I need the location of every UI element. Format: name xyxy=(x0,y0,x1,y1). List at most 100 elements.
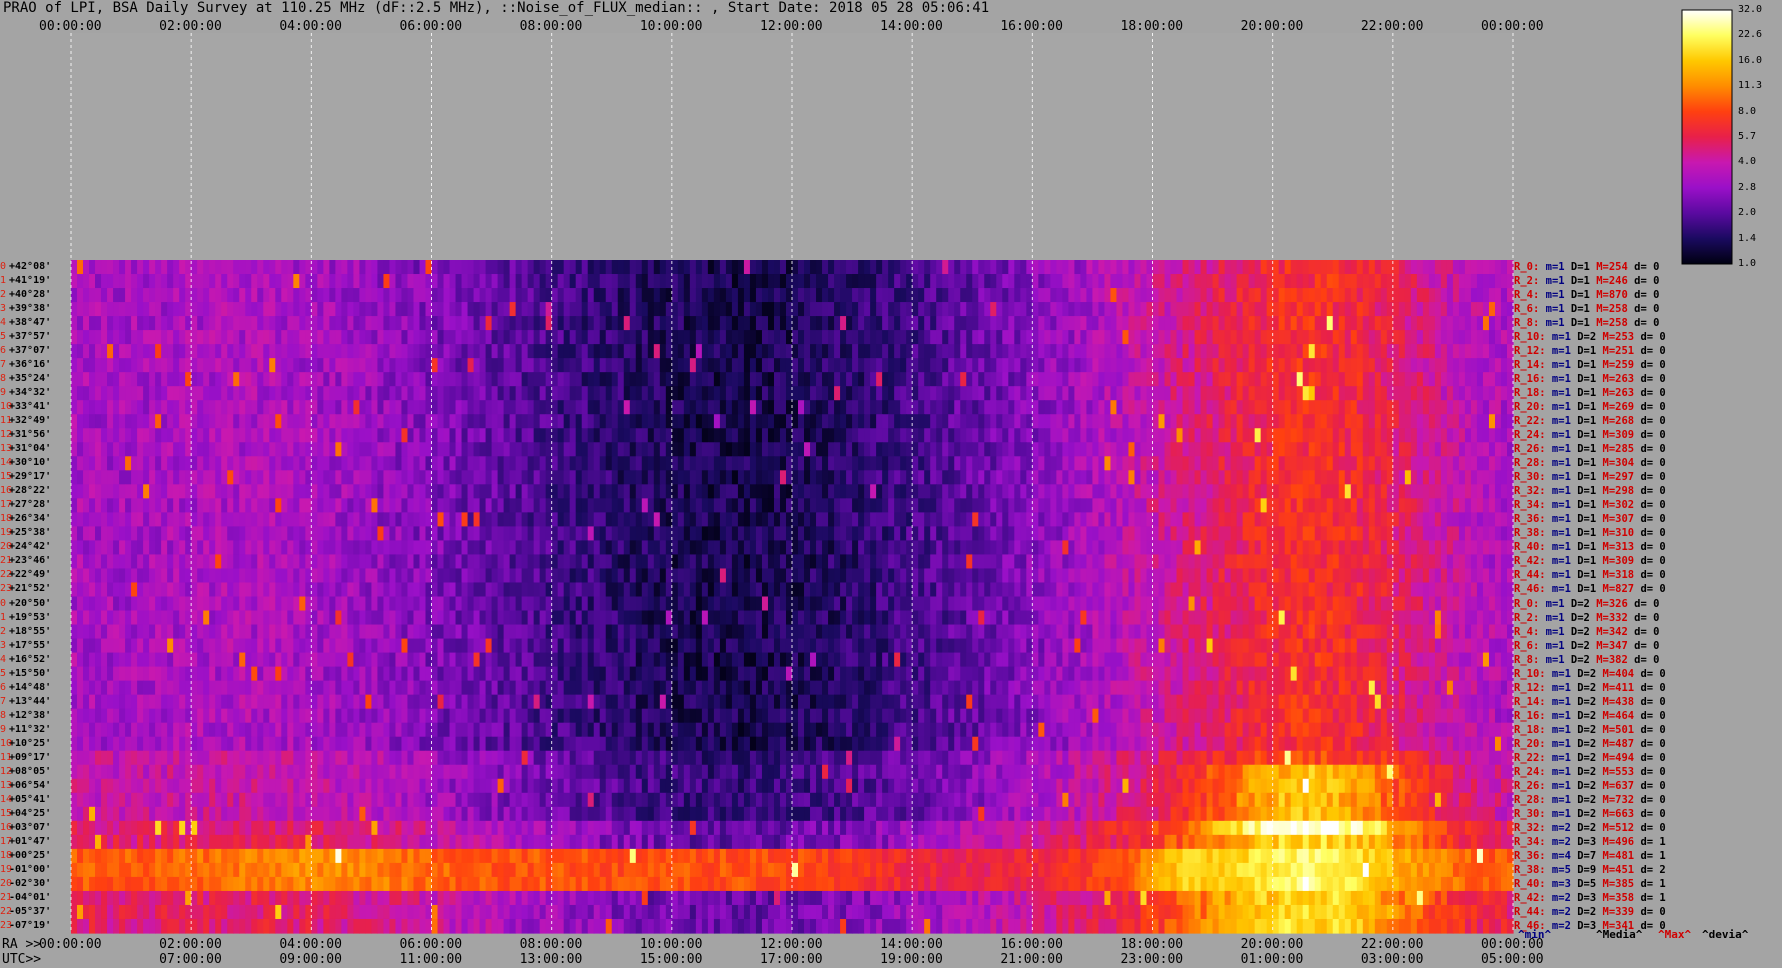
heat-cell xyxy=(1080,456,1088,471)
heat-cell xyxy=(701,428,709,443)
heat-cell xyxy=(707,358,715,373)
heat-cell xyxy=(918,316,925,331)
heat-cell xyxy=(467,260,475,275)
heat-cell xyxy=(948,512,955,527)
heat-cell xyxy=(948,442,955,457)
heat-cell xyxy=(95,274,102,289)
heat-cell xyxy=(365,484,373,499)
heat-cell xyxy=(1302,386,1310,401)
heat-cell xyxy=(671,456,679,471)
heat-cell xyxy=(431,484,439,499)
heat-cell xyxy=(942,498,949,513)
heat-cell xyxy=(761,456,769,471)
heat-cell xyxy=(1320,260,1328,275)
heat-cell xyxy=(551,470,559,485)
heat-cell xyxy=(1122,302,1130,317)
heat-cell xyxy=(131,344,138,359)
heat-cell xyxy=(1062,526,1069,542)
heat-cell xyxy=(882,400,889,415)
heat-cell xyxy=(719,330,727,345)
heat-cell xyxy=(491,484,499,499)
heat-cell xyxy=(605,316,613,331)
heat-cell xyxy=(731,470,739,485)
heat-cell xyxy=(1344,498,1352,513)
heat-cell xyxy=(984,344,991,359)
heat-cell xyxy=(1008,498,1015,513)
heat-cell xyxy=(443,372,451,387)
heat-cell xyxy=(816,288,823,303)
heat-cell xyxy=(1080,274,1088,289)
heat-cell xyxy=(834,442,841,457)
heat-cell xyxy=(143,456,150,471)
heat-cell xyxy=(858,316,865,331)
heat-cell xyxy=(191,344,198,359)
heat-cell xyxy=(1242,428,1250,443)
heat-cell xyxy=(77,302,84,317)
heat-cell xyxy=(1410,358,1418,373)
heat-cell xyxy=(587,400,595,415)
heat-cell xyxy=(575,330,583,345)
heat-cell xyxy=(167,288,174,303)
heat-cell xyxy=(479,344,487,359)
heat-cell xyxy=(683,358,691,373)
heat-cell xyxy=(641,358,649,373)
heat-cell xyxy=(353,442,360,457)
heat-cell xyxy=(155,316,162,331)
heat-cell xyxy=(1086,302,1094,317)
heat-cell xyxy=(972,414,979,429)
heat-cell xyxy=(455,414,463,429)
heat-cell xyxy=(383,330,391,345)
heat-cell xyxy=(1254,372,1262,387)
heat-cell xyxy=(371,498,379,513)
heat-cell xyxy=(1278,274,1286,289)
heat-cell xyxy=(689,344,697,359)
heat-cell xyxy=(485,316,493,331)
heat-cell xyxy=(329,428,336,443)
heat-cell xyxy=(677,302,685,317)
heat-cell xyxy=(443,470,451,485)
heat-cell xyxy=(1302,344,1310,359)
heat-cell xyxy=(1308,274,1316,289)
heat-cell xyxy=(1404,442,1412,457)
heat-cell xyxy=(227,358,234,373)
heat-cell xyxy=(599,470,607,485)
heat-cell xyxy=(978,288,985,303)
heat-cell xyxy=(1344,456,1352,471)
heat-cell xyxy=(1008,302,1015,317)
heat-cell xyxy=(731,372,739,387)
heat-cell xyxy=(119,442,126,457)
heat-cell xyxy=(1332,442,1340,457)
heat-cell xyxy=(1302,526,1310,542)
heat-cell xyxy=(305,498,312,513)
heat-cell xyxy=(437,386,445,401)
heat-cell xyxy=(467,428,475,443)
heat-cell xyxy=(954,260,961,275)
heat-cell xyxy=(882,358,889,373)
heat-cell xyxy=(143,512,150,527)
heat-cell xyxy=(858,358,865,373)
heat-cell xyxy=(683,442,691,457)
heat-cell xyxy=(1326,344,1334,359)
heat-cell xyxy=(1464,302,1472,317)
heat-cell xyxy=(395,288,403,303)
heat-cell xyxy=(954,456,961,471)
heat-cell xyxy=(113,540,120,556)
heat-cell xyxy=(1344,526,1352,542)
heat-cell xyxy=(882,470,889,485)
heat-cell xyxy=(1368,470,1376,485)
heat-cell xyxy=(1296,414,1304,429)
heat-cell xyxy=(107,484,114,499)
heat-cell xyxy=(888,316,895,331)
heat-cell xyxy=(323,288,330,303)
heat-cell xyxy=(1464,470,1472,485)
heat-cell xyxy=(816,540,823,556)
heat-cell xyxy=(239,302,246,317)
heat-cell xyxy=(1356,526,1364,542)
heat-cell xyxy=(137,358,144,373)
heat-cell xyxy=(743,512,751,527)
heat-cell xyxy=(1278,484,1286,499)
heat-cell xyxy=(960,386,967,401)
heat-cell xyxy=(71,414,78,429)
heat-cell xyxy=(882,260,889,275)
heat-cell xyxy=(1116,442,1124,457)
